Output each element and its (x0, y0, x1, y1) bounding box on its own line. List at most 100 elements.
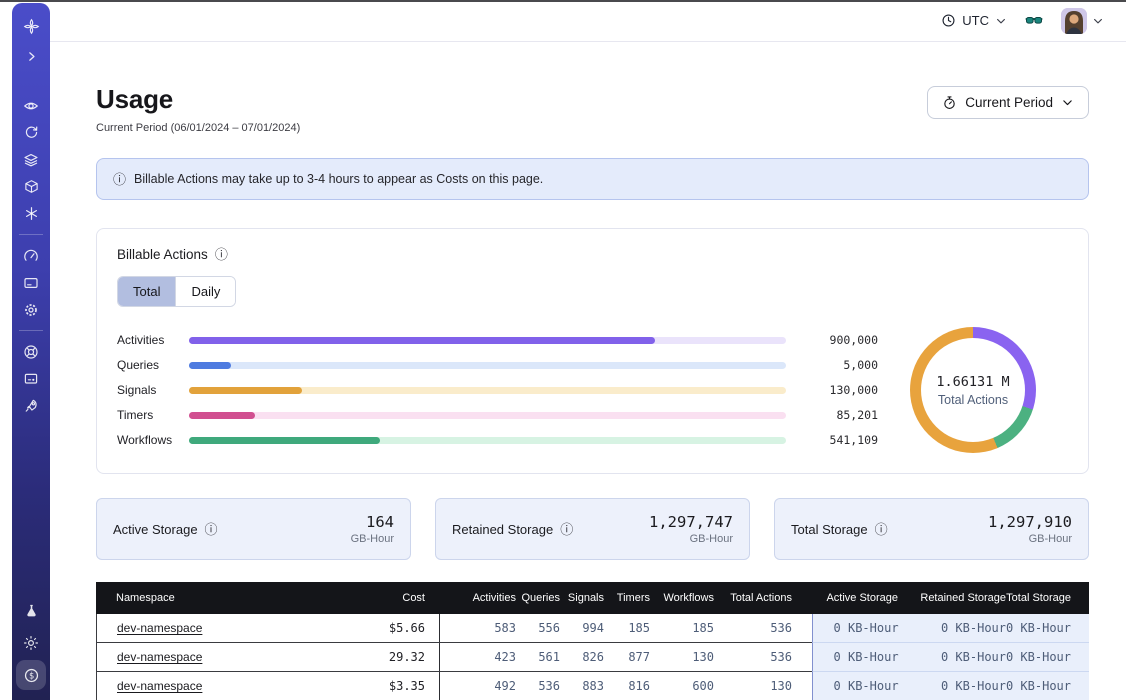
bar-label: Workflows (117, 433, 189, 447)
signals-cell: 826 (570, 643, 614, 671)
page-subtitle: Current Period (06/01/2024 – 07/01/2024) (96, 122, 300, 134)
namespace-link[interactable]: dev-namespace (117, 621, 202, 635)
storage-card-value: 164 (351, 513, 394, 531)
queries-cell: 561 (526, 643, 570, 671)
active-storage-card: Active Storage ⓘ 164 GB-Hour (96, 498, 411, 560)
top-bar: UTC (50, 0, 1126, 42)
lifebuoy-icon[interactable] (16, 338, 46, 365)
info-icon[interactable]: ⓘ (875, 523, 888, 536)
storage-card-unit: GB-Hour (649, 533, 733, 545)
table-header-row: Namespace Cost Activities Queries Signal… (96, 582, 1089, 614)
bar-value: 85,201 (786, 408, 878, 422)
storage-card-label: Total Storage (791, 522, 868, 537)
window-top-edge (0, 0, 1126, 2)
timers-cell: 185 (614, 614, 660, 642)
col-active-storage: Active Storage (812, 582, 904, 614)
activities-cell: 423 (440, 643, 526, 671)
sidebar-divider (19, 330, 43, 331)
chevron-down-icon (1061, 96, 1074, 109)
chart-row-workflows: Workflows 541,109 (117, 428, 878, 453)
flask-icon[interactable] (16, 597, 46, 624)
bar-fill (189, 337, 655, 344)
total-actions-cell: 536 (724, 614, 812, 642)
goggles-icon[interactable] (1024, 11, 1044, 31)
bar-track (189, 337, 786, 344)
total-storage-card: Total Storage ⓘ 1,297,910 GB-Hour (774, 498, 1089, 560)
retained-storage-cell: 0 KB-Hour (905, 672, 1008, 700)
donut-total-value: 1.66131 M (936, 374, 1009, 390)
usage-dollar-icon[interactable]: $ (16, 660, 46, 690)
total-storage-cell: 0 KB-Hour (1008, 672, 1071, 700)
bar-fill (189, 387, 302, 394)
total-actions-donut: 1.66131 M Total Actions (910, 327, 1036, 453)
asterisk-icon[interactable] (16, 200, 46, 227)
timers-cell: 816 (614, 672, 660, 700)
info-icon[interactable]: ⓘ (560, 523, 573, 536)
chevron-down-icon (1092, 15, 1104, 27)
workflows-cell: 600 (660, 672, 724, 700)
layers-icon[interactable] (16, 146, 46, 173)
storage-card-label: Retained Storage (452, 522, 553, 537)
bar-fill (189, 437, 380, 444)
active-storage-cell: 0 KB-Hour (813, 672, 905, 700)
storage-card-value: 1,297,910 (988, 513, 1072, 531)
clock-icon (941, 13, 956, 28)
rocket-icon[interactable] (16, 392, 46, 419)
retained-storage-card: Retained Storage ⓘ 1,297,747 GB-Hour (435, 498, 750, 560)
page-title: Usage (96, 84, 300, 115)
chevron-right-icon[interactable] (16, 43, 46, 70)
retained-storage-cell: 0 KB-Hour (905, 643, 1008, 671)
chart-row-activities: Activities 900,000 (117, 328, 878, 353)
storage-card-value: 1,297,747 (649, 513, 733, 531)
temporal-logo-icon[interactable] (16, 13, 46, 40)
col-total-storage: Total Storage (1008, 582, 1071, 614)
table-row: dev-namespace $3.35 492 536 883 816 600 … (96, 672, 1089, 700)
timezone-selector[interactable]: UTC (941, 13, 1007, 28)
total-storage-cell: 0 KB-Hour (1008, 614, 1071, 642)
total-storage-cell: 0 KB-Hour (1008, 643, 1071, 671)
gear-icon[interactable] (16, 296, 46, 323)
monitor-icon[interactable] (16, 365, 46, 392)
sun-icon[interactable] (16, 629, 46, 656)
period-button-label: Current Period (965, 95, 1053, 110)
workflows-cell: 130 (660, 643, 724, 671)
storage-card-label: Active Storage (113, 522, 198, 537)
table-row: dev-namespace 29.32 423 561 826 877 130 … (96, 643, 1089, 672)
period-dropdown-button[interactable]: Current Period (927, 86, 1089, 119)
browser-card-icon[interactable] (16, 269, 46, 296)
user-menu[interactable] (1061, 8, 1104, 34)
bar-label: Activities (117, 333, 189, 347)
donut-total-label: Total Actions (938, 393, 1008, 407)
storage-card-unit: GB-Hour (988, 533, 1072, 545)
gauge-icon[interactable] (16, 242, 46, 269)
col-retained-storage: Retained Storage (904, 582, 1008, 614)
eye-icon[interactable] (16, 92, 46, 119)
tab-daily[interactable]: Daily (175, 277, 235, 306)
svg-text:$: $ (28, 671, 33, 681)
tab-total[interactable]: Total (118, 277, 175, 306)
chevron-down-icon (995, 15, 1007, 27)
namespace-link[interactable]: dev-namespace (117, 650, 202, 664)
col-workflows: Workflows (660, 582, 724, 614)
col-cost: Cost (344, 582, 440, 614)
cost-cell: 29.32 (344, 643, 440, 671)
namespace-link[interactable]: dev-namespace (117, 679, 202, 693)
info-icon[interactable]: ⓘ (215, 248, 228, 261)
retained-storage-cell: 0 KB-Hour (905, 614, 1008, 642)
sidebar-nav: $ (12, 3, 50, 700)
col-queries: Queries (526, 582, 570, 614)
queries-cell: 536 (526, 672, 570, 700)
bar-value: 5,000 (786, 358, 878, 372)
col-activities: Activities (440, 582, 526, 614)
info-icon[interactable]: ⓘ (205, 523, 218, 536)
bar-value: 541,109 (786, 433, 878, 447)
timezone-label: UTC (962, 13, 989, 28)
chart-row-queries: Queries 5,000 (117, 353, 878, 378)
retry-history-icon[interactable] (16, 119, 46, 146)
cube-icon[interactable] (16, 173, 46, 200)
stopwatch-icon (942, 95, 957, 110)
bar-track (189, 437, 786, 444)
bar-label: Timers (117, 408, 189, 422)
active-storage-cell: 0 KB-Hour (813, 614, 905, 642)
table-row: dev-namespace $5.66 583 556 994 185 185 … (96, 614, 1089, 643)
